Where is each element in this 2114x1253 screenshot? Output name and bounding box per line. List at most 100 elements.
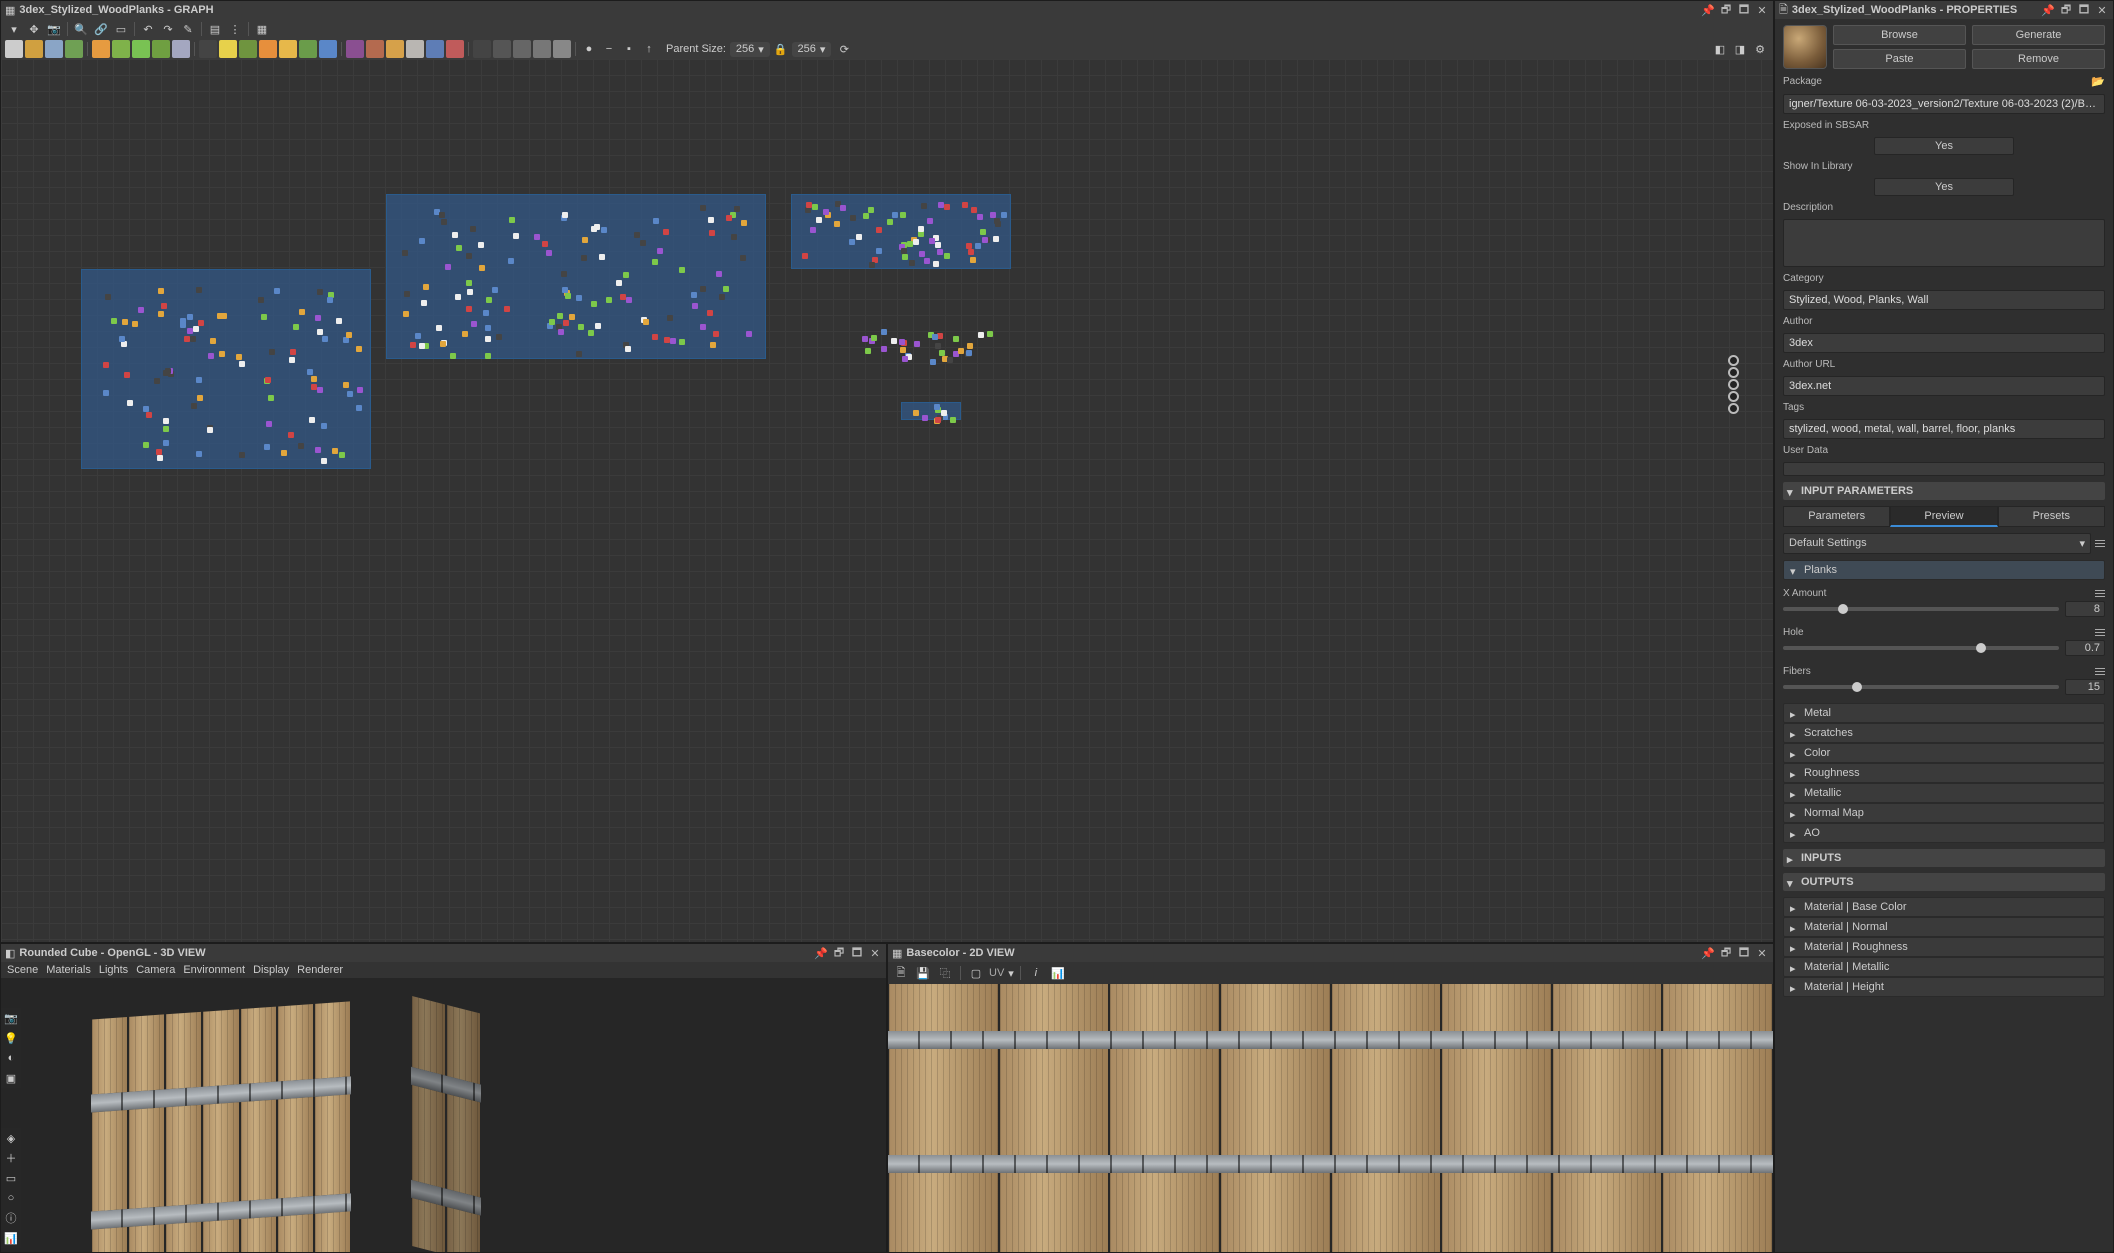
graph-node[interactable] (509, 217, 515, 223)
author-url-field[interactable]: 3dex.net (1783, 376, 2105, 396)
graph-node[interactable] (710, 342, 716, 348)
material-tool-icon[interactable]: ◐ (3, 1050, 19, 1066)
graph-node[interactable] (914, 341, 920, 347)
graph-node[interactable] (307, 369, 313, 375)
graph-node[interactable] (947, 357, 953, 363)
tab-presets[interactable]: Presets (1998, 506, 2105, 527)
swatch-11[interactable] (299, 40, 317, 58)
graph-node[interactable] (542, 241, 548, 247)
graph-node[interactable] (933, 261, 939, 267)
plane-icon[interactable]: ▭ (3, 1170, 19, 1186)
minus-icon[interactable]: − (600, 40, 618, 58)
align-icon[interactable]: ▤ (206, 20, 224, 38)
graph-node[interactable] (700, 286, 706, 292)
graph-node[interactable] (616, 280, 622, 286)
node-type-1[interactable] (25, 40, 43, 58)
graph-node[interactable] (868, 207, 874, 213)
graph-node[interactable] (640, 240, 646, 246)
graph-node[interactable] (652, 334, 658, 340)
sphere-icon[interactable]: ○ (3, 1190, 19, 1206)
graph-node[interactable] (643, 319, 649, 325)
graph-node[interactable] (258, 297, 264, 303)
maximize-icon[interactable]: 🗖 (850, 946, 864, 960)
graph-node[interactable] (823, 209, 829, 215)
graph-node[interactable] (471, 321, 477, 327)
pin-icon[interactable]: 📌 (2041, 3, 2055, 17)
graph-node[interactable] (558, 329, 564, 335)
graph-node[interactable] (402, 250, 408, 256)
graph-node[interactable] (561, 271, 567, 277)
graph-node[interactable] (404, 291, 410, 297)
graph-node[interactable] (679, 267, 685, 273)
graph-node[interactable] (913, 239, 919, 245)
graph-node[interactable] (268, 395, 274, 401)
swatch-14[interactable] (366, 40, 384, 58)
graph-node[interactable] (119, 336, 125, 342)
graph-node[interactable] (962, 202, 968, 208)
graph-node[interactable] (196, 287, 202, 293)
graph-node[interactable] (486, 297, 492, 303)
fibers-slider[interactable] (1783, 685, 2059, 689)
graph-node[interactable] (970, 257, 976, 263)
graph-node[interactable] (154, 378, 160, 384)
swatch-10[interactable] (279, 40, 297, 58)
graph-frame-3[interactable] (791, 194, 1011, 269)
graph-node[interactable] (346, 332, 352, 338)
graph-node[interactable] (356, 405, 362, 411)
graph-node[interactable] (478, 242, 484, 248)
generate-button[interactable]: Generate (1972, 25, 2105, 45)
group-scratches[interactable]: ▸Scratches (1783, 723, 2105, 743)
cursor-icon[interactable]: ▾ (5, 20, 23, 38)
axis-icon[interactable]: ＋ (3, 1150, 19, 1166)
graph-node[interactable] (595, 323, 601, 329)
graph-node[interactable] (187, 314, 193, 320)
graph-node[interactable] (930, 359, 936, 365)
graph-node[interactable] (236, 354, 242, 360)
parent-height-select[interactable]: 256 ▾ (792, 42, 832, 57)
grid-icon[interactable]: ▦ (253, 20, 271, 38)
graph-node[interactable] (549, 319, 555, 325)
graph-node[interactable] (311, 384, 317, 390)
graph-node[interactable] (863, 213, 869, 219)
graph-node[interactable] (483, 310, 489, 316)
graph-node[interactable] (124, 372, 130, 378)
graph-node[interactable] (466, 306, 472, 312)
graph-node[interactable] (191, 403, 197, 409)
menu-lights[interactable]: Lights (99, 964, 128, 976)
graph-node[interactable] (932, 334, 938, 340)
link-icon[interactable]: 🔗 (92, 20, 110, 38)
preset-select[interactable]: Default Settings ▾ (1783, 533, 2091, 554)
graph-node[interactable] (190, 336, 196, 342)
exposed-toggle[interactable]: Yes (1874, 137, 2014, 155)
graph-node[interactable] (143, 442, 149, 448)
graph-node[interactable] (462, 331, 468, 337)
maximize-icon[interactable]: 🗖 (1737, 946, 1751, 960)
copy-icon[interactable]: ⿻ (936, 964, 954, 982)
graph-node[interactable] (289, 357, 295, 363)
refresh-icon[interactable]: ⟳ (835, 40, 853, 58)
graph-node[interactable] (919, 251, 925, 257)
browse-button[interactable]: Browse (1833, 25, 1966, 45)
graph-node[interactable] (588, 330, 594, 336)
graph-node[interactable] (156, 449, 162, 455)
graph-node[interactable] (485, 353, 491, 359)
graph-node[interactable] (265, 377, 271, 383)
graph-node[interactable] (993, 236, 999, 242)
graph-node[interactable] (317, 289, 323, 295)
graph-node[interactable] (339, 452, 345, 458)
graph-node[interactable] (850, 215, 856, 221)
output-node[interactable] (1728, 379, 1739, 390)
graph-node[interactable] (594, 224, 600, 230)
swatch-7[interactable] (219, 40, 237, 58)
graph-node[interactable] (935, 343, 941, 349)
graph-node[interactable] (321, 423, 327, 429)
group-ao[interactable]: ▸AO (1783, 823, 2105, 843)
close-icon[interactable]: ✕ (1755, 946, 1769, 960)
outputs-section[interactable]: ▾ OUTPUTS (1783, 873, 2105, 891)
restore-icon[interactable]: 🗗 (2059, 3, 2073, 17)
stats-icon[interactable]: 📊 (3, 1230, 19, 1246)
graph-node[interactable] (421, 300, 427, 306)
graph-node[interactable] (634, 232, 640, 238)
graph-node[interactable] (856, 234, 862, 240)
author-field[interactable]: 3dex (1783, 333, 2105, 353)
